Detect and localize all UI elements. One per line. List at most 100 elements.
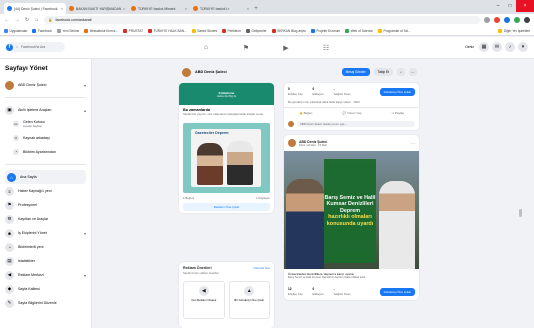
- sidebar-item-home[interactable]: ⌂ Ana Sayfa: [5, 170, 86, 184]
- bookmark[interactable]: Web of Science: [345, 28, 373, 33]
- more-icon[interactable]: ⋯: [409, 68, 417, 76]
- star-icon[interactable]: [484, 17, 490, 23]
- comment-input[interactable]: ABD Deniz Şuleci olarak yorum yap...: [297, 121, 415, 127]
- address-bar-row: ← → ↻ ⌂ 🔒 facebook.com/ankarali: [0, 14, 534, 26]
- forward-icon[interactable]: →: [14, 17, 20, 23]
- home-icon[interactable]: ⌂: [34, 17, 40, 23]
- back-icon[interactable]: ←: [4, 17, 10, 23]
- follow-button[interactable]: Takip Et: [373, 68, 393, 76]
- reload-icon[interactable]: ↻: [24, 17, 30, 23]
- bookmark[interactable]: Gelişmeler: [245, 28, 267, 33]
- ad-preview-card: Kütüphane Hakkında Bilgi Al Bu zamanlard…: [179, 83, 274, 213]
- sidebar-item-friends[interactable]: ☺ Kaynak arkadaşı: [5, 131, 86, 145]
- bookmark[interactable]: Projeler Erzurum: [310, 28, 340, 33]
- sidebar-item-ad-center[interactable]: ◀ Reklam Merkezi ▾: [5, 268, 86, 282]
- close-window-icon[interactable]: ×: [516, 0, 534, 12]
- sidebar-item-manage-teams[interactable]: ☻ İş Ekiplerini Yönet ▾: [5, 226, 86, 240]
- more-icon[interactable]: ⋯: [411, 141, 415, 146]
- search-placeholder: Facebook'ta Ara: [20, 45, 46, 49]
- extension-icon[interactable]: [504, 17, 510, 23]
- post-caption: Üniversiteden Denizlililere 'deprem'e ka…: [288, 272, 368, 279]
- boost-ad-button[interactable]: Reklamı Öne Çıkar: [183, 202, 270, 211]
- rocket-icon: ▲: [244, 286, 255, 296]
- sidebar-page-switcher[interactable]: ABD Deniz Şuleci ▾: [5, 78, 86, 92]
- tab-close-icon[interactable]: ×: [247, 7, 249, 11]
- profile-avatar-icon[interactable]: [514, 17, 520, 23]
- megaphone-icon: ◀: [198, 286, 209, 296]
- browser-tab[interactable]: TÜRKİYE baskılı Lr ×: [190, 3, 252, 14]
- create-ad-tile[interactable]: ◀ Yeni Reklam Oluştur: [183, 281, 225, 319]
- sidebar-item-notification-settings[interactable]: ◔ Bildirim Ayarlarından: [5, 145, 86, 159]
- comment-button[interactable]: 💬 Yorum Yap: [342, 111, 361, 115]
- new-tab-button[interactable]: +: [252, 3, 260, 14]
- menu-grid-icon[interactable]: ▦: [479, 42, 489, 52]
- groups-nav-icon[interactable]: ☷: [315, 41, 337, 54]
- menu-icon[interactable]: [524, 17, 530, 23]
- other-bookmarks[interactable]: Diğer Yer İşaretleri: [498, 28, 530, 33]
- sidebar-item-professional[interactable]: ⚑ Profesyonel: [5, 198, 86, 212]
- sidebar-item-business-tools[interactable]: ▣ Akıllı İşletme Araçları ▴: [5, 103, 86, 117]
- sidebar-item-insights[interactable]: ▤ İstatistikler: [5, 254, 86, 268]
- bookmark[interactable]: SERKAN Blog arşivi: [271, 28, 306, 33]
- sidebar-item-news-feed[interactable]: ≡ Haber Kaynağı1 yeni: [5, 184, 86, 198]
- bookmark[interactable]: Yeni Sekme: [56, 28, 79, 33]
- chevron-down-icon: ▾: [83, 82, 86, 88]
- person-photo: [379, 181, 415, 269]
- sidebar-item-edit-page-info[interactable]: ✎ Sayfa Bilgilerini Düzenle: [5, 296, 86, 310]
- bookmark[interactable]: Perikleon: [222, 28, 241, 33]
- notifications-icon[interactable]: ♪: [505, 42, 515, 52]
- tab-close-icon[interactable]: ×: [61, 7, 63, 11]
- messenger-icon[interactable]: ✉: [492, 42, 502, 52]
- account-chevron-icon[interactable]: ▾: [518, 42, 528, 52]
- divider: [5, 164, 86, 165]
- inbox-icon: ▭: [13, 121, 19, 127]
- page-icon: [56, 28, 61, 33]
- bookmark[interactable]: PRUSTAT: [123, 28, 143, 33]
- browser-tab[interactable]: BAKAN BAKTI YARIŞMADAN ×: [66, 3, 128, 14]
- chevron-down-icon: ▾: [83, 230, 86, 236]
- maximize-icon[interactable]: □: [504, 0, 516, 12]
- sidebar-item-tools[interactable]: ⚙ Kayıtları ve Araçlar: [5, 212, 86, 226]
- bookmark[interactable]: Programlar of Sci...: [377, 28, 411, 33]
- url-input[interactable]: 🔒 facebook.com/ankarali: [44, 16, 480, 24]
- extension-icon[interactable]: [494, 17, 500, 23]
- search-icon[interactable]: ⌕: [397, 68, 405, 76]
- send-message-button[interactable]: Mesaj Gönder: [341, 68, 370, 76]
- page-scrollbar[interactable]: [519, 59, 522, 328]
- avatar[interactable]: [288, 139, 296, 147]
- post-image[interactable]: Barış Semiz ve Halil Kumsar Denizlileri …: [284, 151, 419, 269]
- bookmark[interactable]: Saved Stories: [191, 28, 217, 33]
- bookmark[interactable]: Bessaltulut Kırmız...: [84, 28, 118, 33]
- sidebar-item-notifications[interactable]: ◔ Bildirimler8 yeni: [5, 240, 86, 254]
- ad-image[interactable]: Gazeteciler Deprem: [183, 122, 270, 193]
- sidebar-item-page-quality[interactable]: ◆ Sayfa Kalitesi: [5, 282, 86, 296]
- like-button[interactable]: 👍 Beğen: [299, 111, 312, 115]
- user-shortcut[interactable]: Deniz: [463, 45, 476, 49]
- boost-post-button[interactable]: Gönderiyi Öne Çıkar: [379, 287, 415, 296]
- bookmark[interactable]: Facebook: [32, 28, 52, 33]
- see-all-link[interactable]: Tümünü Gör: [253, 266, 270, 270]
- tab-close-icon[interactable]: ×: [123, 7, 125, 11]
- page-icon: [377, 28, 382, 33]
- bookmark[interactable]: Uygulamalar: [4, 28, 27, 33]
- home-nav-icon[interactable]: ⌂: [195, 41, 217, 54]
- bookmark[interactable]: TÜRKİYE HALK BAN...: [148, 28, 187, 33]
- tab-close-icon[interactable]: ×: [185, 7, 187, 11]
- page-avatar[interactable]: [182, 67, 191, 77]
- flag-nav-icon[interactable]: ⚑: [235, 41, 257, 54]
- share-button[interactable]: ↪ Paylaş: [392, 111, 404, 115]
- flag-icon: ⚑: [5, 200, 14, 210]
- browser-tab[interactable]: TÜRKİYE baskılı Mimarlı ×: [128, 3, 190, 14]
- boost-post-button[interactable]: Gönderiyi Öne Çıkar: [379, 87, 415, 96]
- page-icon: [84, 28, 89, 33]
- page-title[interactable]: ABD Deniz Şuleci: [195, 70, 338, 74]
- browser-tab[interactable]: (44) Deniz Şuleci | Facebook ×: [4, 3, 66, 14]
- sidebar-page-name: ABD Deniz Şuleci: [18, 83, 47, 87]
- watch-nav-icon[interactable]: ▶: [275, 41, 297, 54]
- facebook-logo-icon[interactable]: f: [6, 43, 13, 51]
- minimize-icon[interactable]: –: [492, 0, 504, 12]
- sidebar-item-inbox[interactable]: ▭ Gelen Kutusu Ayarlar Sayfası: [5, 117, 86, 131]
- scrollbar-thumb[interactable]: [519, 209, 522, 217]
- boost-post-tile[interactable]: ▲ Bir Gönderiyi Öne Çıkar: [228, 281, 270, 319]
- facebook-search-input[interactable]: f ⌕ Facebook'ta Ara: [5, 42, 65, 52]
